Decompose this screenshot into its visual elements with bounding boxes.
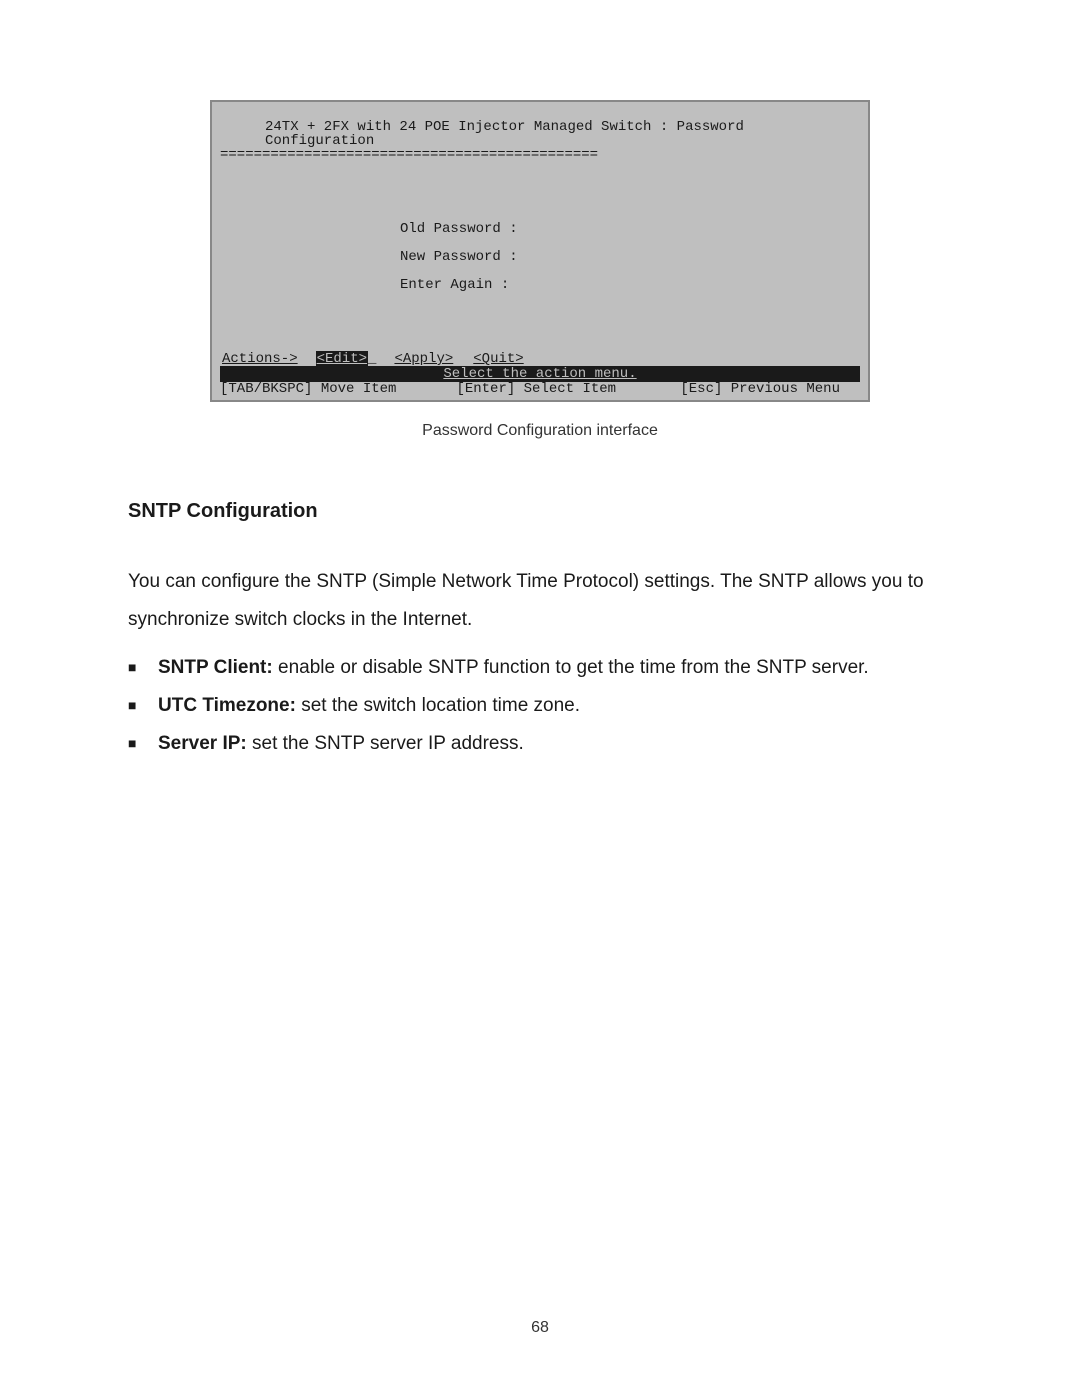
terminal-fields: Old Password : New Password : Enter Agai…: [220, 162, 860, 292]
bullet-text-sntp-client: enable or disable SNTP function to get t…: [273, 657, 869, 678]
actions-prefix: Actions->: [220, 351, 300, 367]
field-enter-again: Enter Again :: [400, 278, 860, 292]
action-edit[interactable]: <Edit>: [316, 351, 368, 367]
section-heading-sntp: SNTP Configuration: [128, 500, 952, 523]
action-apply[interactable]: <Apply>: [392, 351, 455, 367]
page-container: 24TX + 2FX with 24 POE Injector Managed …: [0, 0, 1080, 803]
field-new-password: New Password :: [400, 250, 860, 264]
action-quit[interactable]: <Quit>: [471, 351, 525, 367]
sntp-bullet-list: SNTP Client: enable or disable SNTP func…: [128, 649, 952, 763]
hint-tab-bkspc: [TAB/BKSPC] Move Item: [220, 382, 396, 396]
bullet-text-server-ip: set the SNTP server IP address.: [247, 733, 524, 754]
terminal-screenshot: 24TX + 2FX with 24 POE Injector Managed …: [210, 100, 870, 402]
terminal-main-area: 24TX + 2FX with 24 POE Injector Managed …: [212, 102, 868, 400]
terminal-title-underline: ========================================…: [220, 148, 860, 162]
old-password-label: Old Password: [400, 222, 501, 236]
page-number: 68: [0, 1319, 1080, 1337]
bullet-server-ip: Server IP: set the SNTP server IP addres…: [128, 725, 952, 763]
bullet-label-server-ip: Server IP:: [158, 733, 247, 754]
bullet-utc-timezone: UTC Timezone: set the switch location ti…: [128, 687, 952, 725]
terminal-bottom-bar: Actions-><Edit>_<Apply><Quit> Select the…: [220, 352, 860, 400]
sntp-description: You can configure the SNTP (Simple Netwo…: [128, 563, 952, 639]
actions-line: Actions-><Edit>_<Apply><Quit>: [220, 352, 860, 366]
enter-again-label: Enter Again: [400, 278, 492, 292]
hint-enter: [Enter] Select Item: [396, 382, 680, 396]
terminal-title: 24TX + 2FX with 24 POE Injector Managed …: [220, 120, 860, 148]
footer-hints: [TAB/BKSPC] Move Item [Enter] Select Ite…: [220, 382, 860, 400]
hint-esc: [Esc] Previous Menu: [680, 382, 860, 396]
instruction-line: Select the action menu.: [220, 366, 860, 382]
figure-caption: Password Configuration interface: [128, 422, 952, 440]
bullet-label-sntp-client: SNTP Client:: [158, 657, 273, 678]
bullet-text-utc: set the switch location time zone.: [296, 695, 580, 716]
field-old-password: Old Password :: [400, 222, 860, 236]
new-password-label: New Password: [400, 250, 501, 264]
bullet-sntp-client: SNTP Client: enable or disable SNTP func…: [128, 649, 952, 687]
bullet-label-utc: UTC Timezone:: [158, 695, 296, 716]
